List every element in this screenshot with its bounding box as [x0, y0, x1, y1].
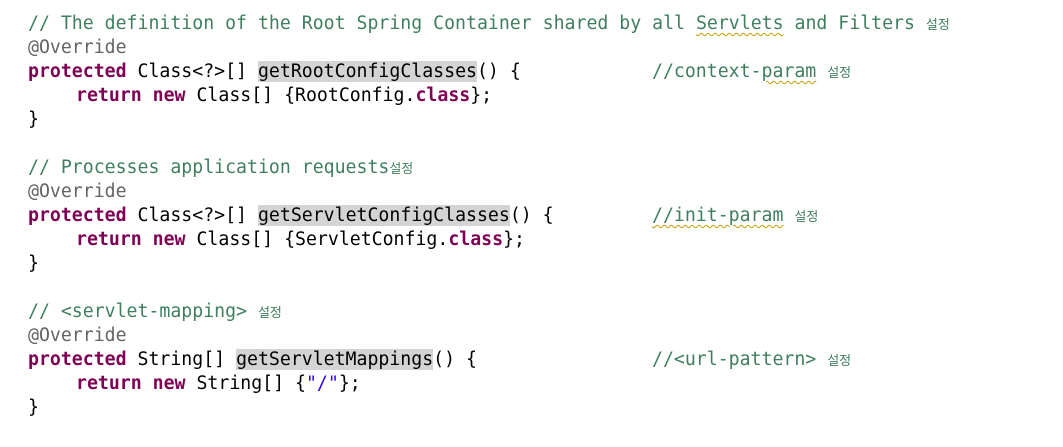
code-line-annotation: @Override — [28, 324, 1063, 348]
code-line-return: return new Class[] {RootConfig.class}; — [28, 84, 1063, 108]
comment-text: // <servlet-mapping> — [28, 301, 258, 322]
keyword-new: new — [152, 229, 186, 250]
method-name-highlight[interactable]: getServletConfigClasses — [257, 205, 510, 226]
comment-korean: 설정 — [257, 306, 282, 321]
comment-text: //context- — [652, 61, 762, 82]
expression-end: }; — [338, 373, 361, 394]
code-line-return: return new Class[] {ServletConfig.class}… — [28, 228, 1063, 252]
spellcheck-word: //init-param — [652, 205, 784, 226]
trailing-comment: //context-param 설정 — [652, 60, 851, 86]
keyword-class: class — [448, 229, 504, 250]
trailing-comment: //<url-pattern> 설정 — [652, 348, 851, 374]
comment-text: // Processes application requests — [28, 157, 390, 178]
signature-end: () { — [476, 61, 521, 82]
code-line-comment-servlet: // Processes application requests설정 — [28, 156, 1063, 180]
keyword-protected: protected — [28, 61, 127, 82]
method-name-highlight[interactable]: getRootConfigClasses — [257, 61, 477, 82]
code-line-method-signature: protected Class<?>[] getServletConfigCla… — [28, 204, 1063, 228]
annotation: @Override — [28, 37, 127, 58]
spellcheck-word: param — [761, 61, 817, 82]
keyword-return: return — [76, 229, 142, 250]
comment-korean: 설정 — [389, 162, 414, 177]
signature-end: () { — [509, 205, 554, 226]
return-type: Class<?>[] — [126, 61, 258, 82]
comment-text: //<url-pattern> — [652, 349, 828, 370]
method-name-highlight[interactable]: getServletMappings — [236, 349, 434, 370]
keyword-return: return — [76, 373, 142, 394]
comment-text: and Filters — [783, 13, 926, 34]
code-line-close-brace: } — [28, 108, 1063, 132]
return-type: String[] — [126, 349, 237, 370]
comment-korean: 설정 — [925, 18, 950, 33]
string-literal: "/" — [305, 373, 339, 394]
expression: String[] { — [185, 373, 306, 394]
comment-korean: 설정 — [794, 210, 819, 225]
expression: Class[] {RootConfig. — [185, 85, 416, 106]
code-line-close-brace: } — [28, 396, 1063, 420]
code-line-method-signature: protected Class<?>[] getRootConfigClasse… — [28, 60, 1063, 84]
spellcheck-word: Servlets — [695, 13, 784, 34]
expression-end: }; — [470, 85, 493, 106]
annotation: @Override — [28, 325, 127, 346]
annotation: @Override — [28, 181, 127, 202]
code-line-method-signature: protected String[] getServletMappings() … — [28, 348, 1063, 372]
keyword-protected: protected — [28, 205, 127, 226]
keyword-new: new — [152, 373, 186, 394]
keyword-return: return — [76, 85, 142, 106]
expression: Class[] {ServletConfig. — [185, 229, 449, 250]
close-brace: } — [28, 253, 39, 274]
code-line-comment-mapping: // <servlet-mapping> 설정 — [28, 300, 1063, 324]
comment-korean: 설정 — [827, 66, 852, 81]
code-line-comment-root: // The definition of the Root Spring Con… — [28, 12, 1063, 36]
trailing-comment: //init-param 설정 — [652, 204, 818, 230]
keyword-new: new — [152, 85, 186, 106]
code-line-annotation: @Override — [28, 180, 1063, 204]
keyword-protected: protected — [28, 349, 127, 370]
comment-text: // The definition of the Root Spring Con… — [28, 13, 696, 34]
code-line-annotation: @Override — [28, 36, 1063, 60]
close-brace: } — [28, 397, 39, 418]
close-brace: } — [28, 109, 39, 130]
signature-end: () { — [433, 349, 477, 370]
code-line-close-brace: } — [28, 252, 1063, 276]
code-line-return: return new String[] {"/"}; — [28, 372, 1063, 396]
comment-korean: 설정 — [827, 354, 852, 369]
return-type: Class<?>[] — [126, 205, 258, 226]
expression-end: }; — [503, 229, 525, 250]
keyword-class: class — [415, 85, 471, 106]
code-editor[interactable]: // The definition of the Root Spring Con… — [0, 0, 1063, 447]
